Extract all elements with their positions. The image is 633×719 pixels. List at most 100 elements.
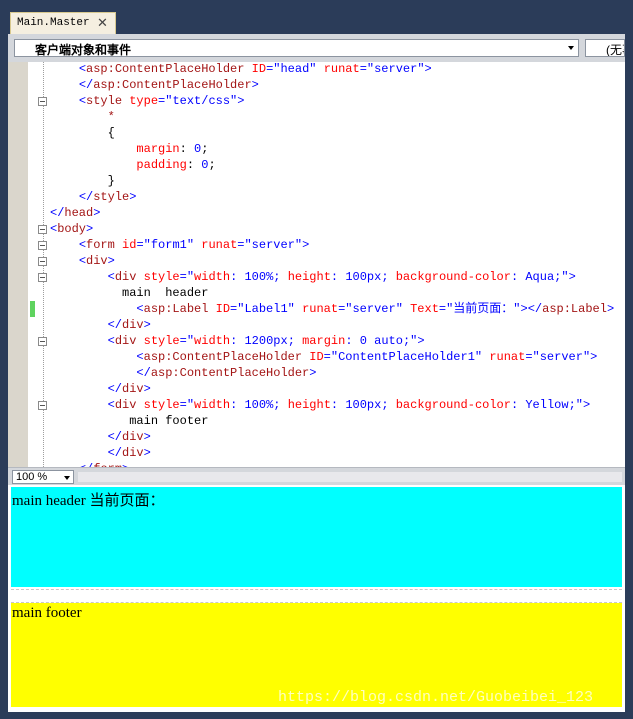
code-line[interactable]: margin: 0; <box>50 141 208 157</box>
collapse-icon[interactable] <box>38 97 47 106</box>
code-token: margin <box>302 334 346 348</box>
code-line[interactable]: </asp:ContentPlaceHolder> <box>50 365 316 381</box>
code-token: 1200px <box>244 334 288 348</box>
collapse-icon[interactable] <box>38 241 47 250</box>
code-token: </ <box>107 430 123 444</box>
code-token: : <box>330 270 346 284</box>
tab-main-master[interactable]: Main.Master ✕ <box>10 12 116 34</box>
code-token: ;" <box>402 334 418 348</box>
code-token: > <box>582 398 591 412</box>
code-token: 100% <box>244 270 274 284</box>
client-objects-dropdown[interactable]: 客户端对象和事件 <box>14 39 579 57</box>
code-line[interactable]: * <box>50 109 115 125</box>
code-token: width <box>194 398 231 412</box>
content-placeholder-preview[interactable] <box>11 589 622 603</box>
collapse-icon[interactable] <box>38 273 47 282</box>
code-line[interactable]: </style> <box>50 189 137 205</box>
code-token: } <box>107 174 115 188</box>
code-line[interactable]: <div style="width: 1200px; margin: 0 aut… <box>50 333 425 349</box>
code-token: height <box>287 398 331 412</box>
code-token: div <box>122 318 144 332</box>
code-token: Text <box>410 302 439 316</box>
code-token: runat <box>201 238 238 252</box>
code-token: > <box>606 302 615 316</box>
code-token: asp:ContentPlaceHolder <box>143 350 303 364</box>
code-token: < <box>107 398 115 412</box>
code-token: < <box>78 62 87 76</box>
code-token: </ <box>107 318 123 332</box>
code-token: ></ <box>520 302 543 316</box>
code-line[interactable]: <div style="width: 100%; height: 100px; … <box>50 269 576 285</box>
code-line[interactable]: </div> <box>50 381 151 397</box>
code-line[interactable]: <asp:Label ID="Label1" runat="server" Te… <box>50 301 614 317</box>
header-div-preview[interactable]: main header 当前页面： <box>11 487 622 587</box>
code-token: "text/css" <box>165 94 238 108</box>
code-line[interactable]: <form id="form1" runat="server"> <box>50 237 309 253</box>
code-token: main header <box>50 286 209 300</box>
code-token: 100% <box>244 398 274 412</box>
code-line[interactable]: <style type="text/css"> <box>50 93 245 109</box>
code-token: div <box>122 382 144 396</box>
code-line[interactable]: </head> <box>50 205 100 221</box>
close-icon[interactable]: ✕ <box>97 16 108 30</box>
code-token: > <box>590 350 598 364</box>
code-line[interactable]: main header <box>50 285 208 301</box>
code-token: padding <box>136 158 187 172</box>
code-token: main footer <box>50 414 209 428</box>
code-line[interactable]: <div style="width: 100%; height: 100px; … <box>50 397 591 413</box>
zoom-dropdown[interactable]: 100 % <box>12 470 74 484</box>
code-line[interactable]: <div> <box>50 253 115 269</box>
code-editor[interactable]: <asp:ContentPlaceHolder ID="head" runat=… <box>8 62 625 467</box>
code-line[interactable]: padding: 0; <box>50 157 216 173</box>
code-line[interactable]: <asp:ContentPlaceHolder ID="head" runat=… <box>50 62 432 77</box>
code-token: Yellow <box>525 398 569 412</box>
code-token: "server" <box>244 238 303 252</box>
collapse-icon[interactable] <box>38 401 47 410</box>
code-token: " <box>186 270 195 284</box>
collapse-icon[interactable] <box>38 257 47 266</box>
code-token: id <box>122 238 137 252</box>
code-token: ; <box>273 270 288 284</box>
code-line[interactable]: </div> <box>50 445 151 461</box>
tab-title: Main.Master <box>17 17 90 29</box>
collapse-icon[interactable] <box>38 337 47 346</box>
code-token: ; <box>287 334 303 348</box>
code-token: ; <box>208 158 216 172</box>
code-token: div <box>114 334 137 348</box>
code-line[interactable]: { <box>50 125 115 141</box>
code-line[interactable]: </div> <box>50 429 151 445</box>
code-token: > <box>302 238 310 252</box>
code-line[interactable]: main footer <box>50 413 208 429</box>
code-token: : <box>330 398 346 412</box>
horizontal-scrollbar[interactable] <box>78 472 622 482</box>
code-token: </ <box>136 366 151 380</box>
code-token: : <box>510 270 526 284</box>
collapse-icon[interactable] <box>38 225 47 234</box>
code-token: ID <box>215 302 231 316</box>
code-token: < <box>78 254 87 268</box>
code-token: </ <box>107 446 123 460</box>
code-token: 100px <box>345 270 382 284</box>
code-token: = <box>136 238 144 252</box>
code-token: "form1" <box>143 238 195 252</box>
code-token: < <box>107 270 115 284</box>
code-token: > <box>86 222 94 236</box>
events-dropdown[interactable]: (无事 <box>585 39 625 57</box>
code-line[interactable]: <body> <box>50 221 93 237</box>
code-token: = <box>323 350 331 364</box>
code-token: > <box>251 78 259 92</box>
code-line[interactable]: </div> <box>50 317 151 333</box>
code-line[interactable]: <asp:ContentPlaceHolder ID="ContentPlace… <box>50 349 597 365</box>
code-line[interactable]: } <box>50 173 115 189</box>
code-line[interactable]: </asp:ContentPlaceHolder> <box>50 77 259 93</box>
code-token: width <box>194 270 231 284</box>
